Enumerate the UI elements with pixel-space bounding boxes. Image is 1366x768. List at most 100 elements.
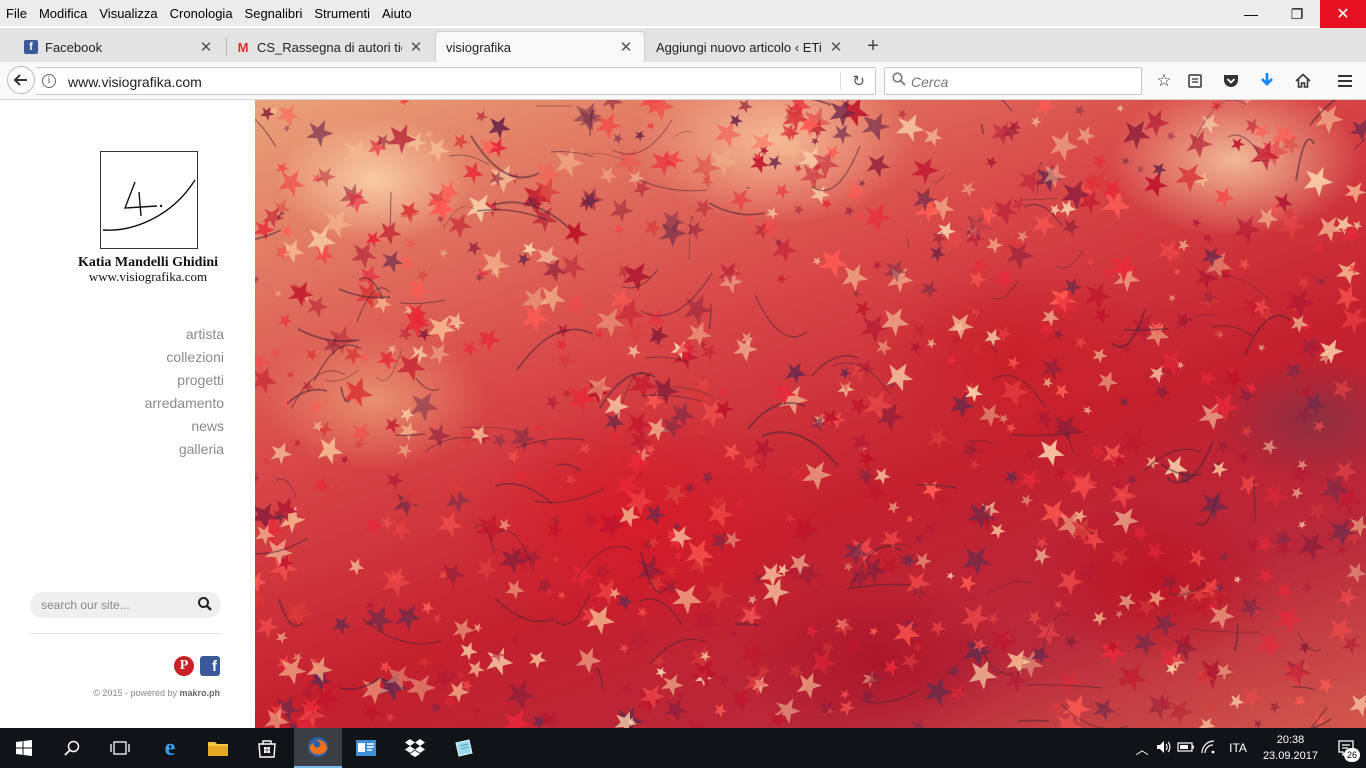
nav-galleria[interactable]: galleria	[145, 440, 224, 463]
new-tab-button[interactable]: +	[862, 32, 884, 60]
leaf-shape	[1121, 157, 1130, 166]
tab-visiografika[interactable]: visiografika ✕	[436, 32, 644, 62]
search-icon[interactable]	[197, 596, 213, 612]
wifi-icon[interactable]	[1197, 739, 1219, 757]
leaf-shape	[1040, 499, 1069, 529]
facebook-icon[interactable]: f	[200, 656, 220, 676]
branch-shape	[324, 369, 359, 382]
close-tab-icon[interactable]: ✕	[618, 38, 634, 56]
leaf-shape	[399, 201, 420, 222]
back-button[interactable]	[7, 66, 35, 94]
menu-aiuto[interactable]: Aiuto	[382, 6, 412, 21]
menu-visualizza[interactable]: Visualizza	[99, 6, 157, 21]
leaf-shape	[278, 170, 306, 197]
leaf-shape	[1233, 575, 1242, 584]
leaf-shape	[317, 436, 344, 465]
start-button[interactable]	[0, 728, 48, 768]
pinterest-icon[interactable]: P	[174, 656, 194, 676]
menu-segnalibri[interactable]: Segnalibri	[245, 6, 303, 21]
leaf-shape	[1148, 589, 1166, 608]
leaf-shape	[843, 562, 854, 572]
close-tab-icon[interactable]: ✕	[198, 38, 214, 56]
leaf-shape	[350, 423, 373, 445]
tray-chevron-up-icon[interactable]: ︿	[1131, 739, 1153, 758]
pocket-icon[interactable]	[1220, 70, 1242, 92]
close-window-button[interactable]: ✕	[1320, 0, 1366, 28]
nav-arredamento[interactable]: arredamento	[145, 394, 224, 417]
leaf-shape	[985, 236, 1004, 254]
hamburger-menu-icon[interactable]	[1334, 70, 1356, 92]
leaf-shape	[959, 574, 977, 593]
leaf-shape	[476, 110, 488, 123]
leaf-shape	[614, 456, 622, 465]
leaf-shape	[1116, 104, 1125, 113]
site-info-icon[interactable]: i	[42, 74, 56, 88]
url-bar[interactable]: i www.visiografika.com ↻	[36, 67, 876, 95]
tab-aggiungi-articolo[interactable]: Aggiungi nuovo articolo ‹ ETiCin ✕	[646, 32, 854, 62]
task-view-icon[interactable]	[96, 728, 144, 768]
home-icon[interactable]	[1292, 70, 1314, 92]
bookmark-star-icon[interactable]: ☆	[1153, 70, 1175, 92]
site-search-input[interactable]	[41, 597, 191, 613]
clock[interactable]: 20:38 23.09.2017	[1263, 732, 1318, 764]
leaf-shape	[604, 412, 625, 433]
dropbox-icon[interactable]	[391, 728, 439, 768]
leaf-shape	[544, 394, 561, 411]
leaf-shape	[515, 470, 527, 483]
file-explorer-icon[interactable]	[194, 728, 242, 768]
downloads-icon[interactable]	[1256, 70, 1278, 92]
leaf-shape	[587, 314, 598, 325]
footer-brand-link[interactable]: makro.ph	[179, 688, 220, 698]
menu-cronologia[interactable]: Cronologia	[170, 6, 233, 21]
leaf-shape	[934, 493, 950, 509]
branch-shape	[708, 303, 712, 330]
leaf-shape	[533, 424, 542, 433]
nav-news[interactable]: news	[145, 417, 224, 440]
leaf-shape	[1223, 367, 1245, 390]
minimize-button[interactable]: —	[1228, 0, 1274, 28]
leaf-shape	[1092, 698, 1116, 722]
leaf-shape	[448, 671, 457, 679]
search-taskbar-icon[interactable]	[48, 728, 96, 768]
reload-icon[interactable]: ↻	[852, 72, 865, 90]
leaf-shape	[1199, 370, 1217, 388]
leaf-shape	[1243, 100, 1252, 105]
leaf-shape	[351, 242, 378, 269]
store-icon[interactable]	[243, 728, 291, 768]
input-language[interactable]: ITA	[1229, 741, 1247, 755]
menu-modifica[interactable]: Modifica	[39, 6, 87, 21]
leaf-shape	[470, 425, 490, 445]
nav-progetti[interactable]: progetti	[145, 371, 224, 394]
leaf-shape	[1335, 285, 1360, 311]
close-tab-icon[interactable]: ✕	[828, 38, 844, 56]
leaf-shape	[1254, 534, 1275, 555]
nav-collezioni[interactable]: collezioni	[145, 348, 224, 371]
branch-shape	[1123, 328, 1169, 331]
action-center-button[interactable]: 26	[1326, 728, 1366, 768]
tab-facebook[interactable]: f Facebook ✕	[14, 32, 224, 62]
menu-strumenti[interactable]: Strumenti	[314, 6, 370, 21]
edge-browser-icon[interactable]: e	[146, 728, 194, 768]
leaf-shape	[307, 296, 329, 318]
close-tab-icon[interactable]: ✕	[408, 38, 424, 56]
tab-cs-rassegna[interactable]: M CS_Rassegna di autori ticine ✕	[226, 32, 434, 62]
notepad-app-icon[interactable]	[440, 728, 488, 768]
search-bar[interactable]: Cerca	[884, 67, 1142, 95]
leaf-shape	[1049, 699, 1066, 716]
leaf-shape	[946, 572, 955, 580]
battery-icon[interactable]	[1175, 741, 1197, 756]
leaf-shape	[432, 613, 443, 624]
branch-shape	[533, 488, 605, 504]
foliage-texture	[255, 100, 1366, 728]
leaf-shape	[1032, 213, 1056, 237]
reading-list-icon[interactable]	[1184, 70, 1206, 92]
outlook-contacts-icon[interactable]	[342, 728, 390, 768]
firefox-taskbar-icon[interactable]	[294, 728, 342, 768]
tab-title: CS_Rassegna di autori ticine	[257, 39, 402, 55]
restore-button[interactable]: ❐	[1274, 0, 1320, 28]
leaf-shape	[505, 579, 525, 600]
volume-icon[interactable]	[1153, 740, 1175, 757]
site-logo[interactable]	[100, 151, 198, 249]
menu-file[interactable]: File	[6, 6, 27, 21]
nav-artista[interactable]: artista	[145, 325, 224, 348]
